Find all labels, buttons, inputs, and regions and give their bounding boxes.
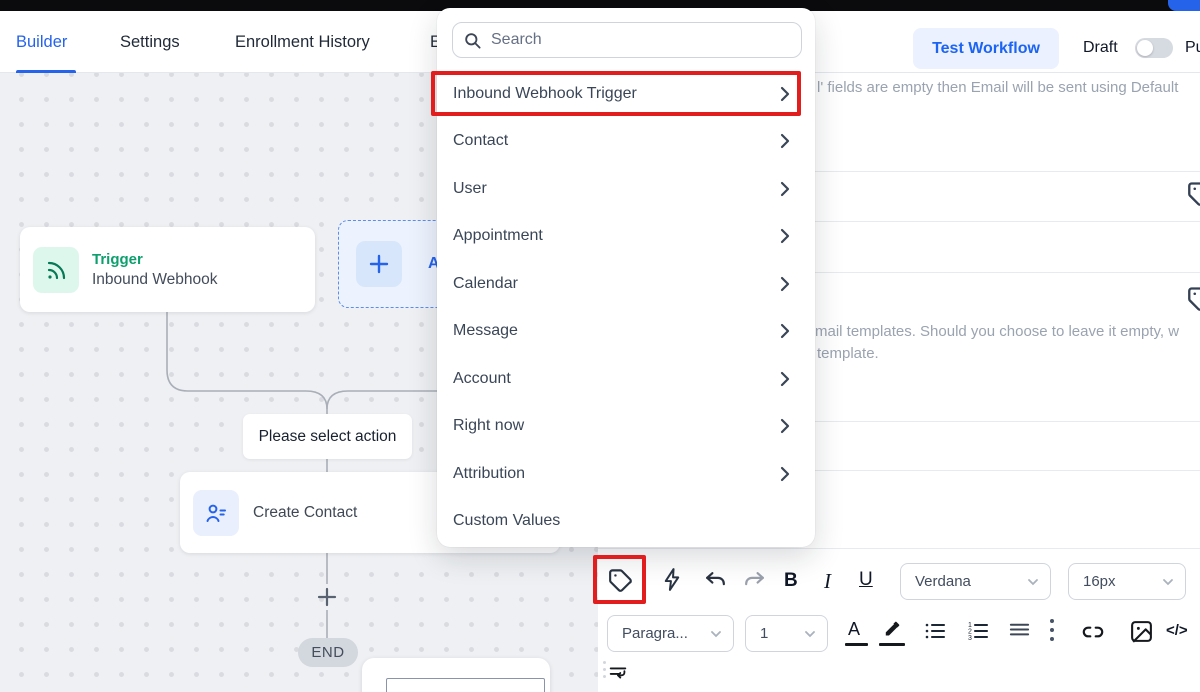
tab-settings[interactable]: Settings [120, 11, 180, 73]
code-view-button[interactable]: </> [1166, 622, 1188, 639]
chevron-right-icon [779, 85, 791, 103]
menu-item-label: Right now [453, 417, 524, 435]
helper-text-templates-1: mail templates. Should you choose to lea… [815, 323, 1179, 340]
menu-item-label: Inbound Webhook Trigger [453, 85, 637, 103]
chevron-right-icon [779, 322, 791, 340]
active-tab-underline [16, 70, 76, 73]
publish-label-clipped: Pu [1185, 39, 1200, 57]
highlight-color-button[interactable] [881, 617, 904, 640]
custom-value-tag-icon[interactable] [1186, 180, 1200, 213]
trigger-node-title: Trigger [92, 251, 218, 268]
menu-item-contact[interactable]: Contact [437, 118, 815, 166]
menu-item-label: Appointment [453, 227, 543, 245]
font-size-select[interactable]: 16px [1068, 563, 1186, 600]
font-family-select[interactable]: Verdana [900, 563, 1051, 600]
create-contact-label: Create Contact [253, 504, 357, 522]
menu-item-appointment[interactable]: Appointment [437, 213, 815, 261]
add-step-plus-icon [319, 589, 335, 605]
menu-item-label: Message [453, 322, 518, 340]
trigger-link-bolt-icon[interactable] [660, 567, 685, 592]
trigger-node-subtitle: Inbound Webhook [92, 271, 218, 289]
menu-item-account[interactable]: Account [437, 355, 815, 403]
dropdown-search[interactable] [452, 22, 802, 58]
text-color-bar [845, 643, 868, 646]
menu-item-label: Account [453, 370, 511, 388]
dropdown-menu: Inbound Webhook Trigger Contact User App… [437, 70, 815, 545]
italic-button[interactable]: I [824, 569, 831, 594]
highlight-color-bar [879, 643, 905, 646]
line-height-value: 1 [760, 625, 768, 642]
menu-item-label: Attribution [453, 465, 525, 483]
chevron-right-icon [779, 275, 791, 293]
chevron-down-icon [709, 627, 723, 641]
tab-builder-label: Builder [16, 33, 67, 52]
more-options-icon[interactable] [1048, 616, 1056, 644]
custom-value-tag-icon[interactable] [1186, 285, 1200, 318]
bullet-list-icon[interactable] [923, 619, 947, 643]
undo-icon[interactable] [703, 569, 728, 594]
menu-item-custom-values[interactable]: Custom Values [437, 498, 815, 546]
insert-tag-icon[interactable] [607, 567, 634, 594]
toggle-knob [1137, 40, 1153, 56]
editor-top-divider [598, 548, 1200, 549]
svg-text:3: 3 [968, 635, 972, 642]
menu-item-label: Custom Values [453, 512, 560, 530]
chevron-down-icon [803, 627, 817, 641]
publish-toggle[interactable] [1135, 38, 1173, 58]
tab-builder[interactable]: Builder [16, 11, 67, 73]
menu-item-right-now[interactable]: Right now [437, 403, 815, 451]
numbered-list-icon[interactable]: 123 [966, 619, 990, 643]
chevron-down-icon [1161, 575, 1175, 589]
top-corner-button[interactable] [1168, 0, 1200, 11]
menu-item-inbound-webhook-trigger[interactable]: Inbound Webhook Trigger [437, 70, 815, 118]
select-action-tooltip: Please select action [243, 414, 412, 459]
underline-button[interactable]: U [859, 569, 873, 591]
chevron-down-icon [1026, 575, 1040, 589]
paragraph-style-select[interactable]: Paragra... [607, 615, 734, 652]
bold-button[interactable]: B [784, 570, 798, 592]
search-input[interactable] [491, 31, 791, 49]
menu-item-label: Contact [453, 132, 508, 150]
menu-item-label: User [453, 180, 487, 198]
redo-icon[interactable] [742, 569, 767, 594]
text-color-button[interactable]: A [848, 619, 860, 640]
menu-item-user[interactable]: User [437, 165, 815, 213]
chevron-right-icon [779, 465, 791, 483]
panel-drag-handle[interactable] [599, 661, 609, 678]
bottom-popup-field[interactable] [386, 678, 545, 692]
helper-text-top: l' fields are empty then Email will be s… [817, 79, 1178, 96]
tab-settings-label: Settings [120, 33, 180, 52]
trigger-node[interactable]: Trigger Inbound Webhook [20, 227, 315, 312]
bottom-popup-card [362, 658, 550, 692]
menu-item-calendar[interactable]: Calendar [437, 260, 815, 308]
test-workflow-button[interactable]: Test Workflow [913, 28, 1059, 69]
font-size-value: 16px [1083, 573, 1116, 590]
search-icon [463, 31, 482, 50]
helper-text-templates-2: template. [817, 345, 879, 362]
plus-icon [356, 241, 402, 287]
tab-enrollment-history[interactable]: Enrollment History [235, 11, 370, 73]
chevron-right-icon [779, 370, 791, 388]
align-justify-icon[interactable] [1008, 619, 1031, 642]
text-wrap-icon[interactable] [607, 662, 629, 684]
tab-enrollment-history-label: Enrollment History [235, 33, 370, 52]
line-height-select[interactable]: 1 [745, 615, 828, 652]
chevron-right-icon [779, 132, 791, 150]
menu-item-label: Calendar [453, 275, 518, 293]
chevron-right-icon [779, 180, 791, 198]
menu-item-attribution[interactable]: Attribution [437, 450, 815, 498]
draft-label: Draft [1083, 39, 1118, 57]
paragraph-style-value: Paragra... [622, 625, 688, 642]
font-family-value: Verdana [915, 573, 971, 590]
insert-link-icon[interactable] [1080, 619, 1106, 645]
chevron-right-icon [779, 417, 791, 435]
insert-image-icon[interactable] [1129, 619, 1154, 644]
webhook-rss-icon [33, 247, 79, 293]
chevron-right-icon [779, 227, 791, 245]
actions-dropdown: Inbound Webhook Trigger Contact User App… [437, 8, 815, 547]
end-badge: END [298, 638, 358, 667]
create-contact-icon [193, 490, 239, 536]
menu-item-message[interactable]: Message [437, 308, 815, 356]
